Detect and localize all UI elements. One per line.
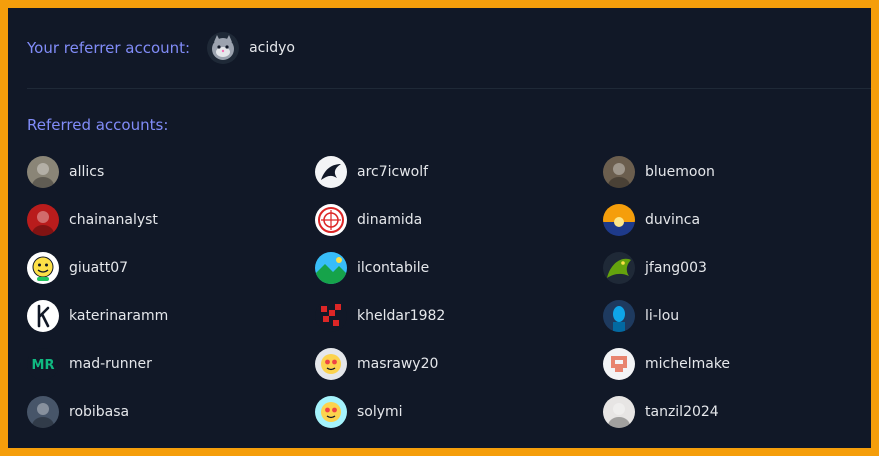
referrer-row: Your referrer account: acidyo [27,32,295,64]
referred-account-item[interactable]: jfang003 [603,252,857,284]
referred-username[interactable]: allics [69,164,104,180]
landscape-avatar-icon[interactable] [315,252,347,284]
photo-avatar-icon[interactable] [27,204,59,236]
referred-account-item[interactable]: kheldar1982 [315,300,603,332]
referred-account-item[interactable]: solymi [315,396,603,428]
referred-username[interactable]: kheldar1982 [357,308,445,324]
photo-avatar-icon[interactable] [603,396,635,428]
section-divider [27,88,871,89]
referral-panel: Your referrer account: acidyo Referred a… [8,8,871,448]
letter-k-avatar-icon[interactable] [27,300,59,332]
sunset-avatar-icon[interactable] [603,204,635,236]
referred-account-item[interactable]: chainanalyst [27,204,315,236]
referred-account-item[interactable]: bluemoon [603,156,857,188]
referred-account-item[interactable]: li-lou [603,300,857,332]
pixel-avatar-icon[interactable] [603,348,635,380]
photo-avatar-icon[interactable] [603,156,635,188]
referred-account-item[interactable]: arc7icwolf [315,156,603,188]
referrer-label: Your referrer account: [27,39,191,57]
referred-username[interactable]: mad-runner [69,356,152,372]
referred-username[interactable]: michelmake [645,356,730,372]
referred-account-item[interactable]: masrawy20 [315,348,603,380]
wolf-avatar-icon[interactable] [315,156,347,188]
graffiti-avatar-icon[interactable]: MR [27,348,59,380]
referred-account-item[interactable]: duvinca [603,204,857,236]
referred-username[interactable]: duvinca [645,212,700,228]
referred-accounts-list: allics arc7icwolf bluemoon chainanalyst dina… [27,156,857,444]
cat-avatar-icon[interactable] [207,32,240,64]
cartoon-avatar-icon[interactable] [315,396,347,428]
referred-username[interactable]: dinamida [357,212,422,228]
referred-username[interactable]: giuatt07 [69,260,128,276]
referred-username[interactable]: jfang003 [645,260,707,276]
dragon-avatar-icon[interactable] [603,252,635,284]
referrer-account[interactable]: acidyo [207,32,295,64]
photo-avatar-icon[interactable] [27,396,59,428]
pattern-avatar-icon[interactable] [315,300,347,332]
referred-account-item[interactable]: robibasa [27,396,315,428]
referred-account-item[interactable]: MR mad-runner [27,348,315,380]
referred-username[interactable]: katerinaramm [69,308,168,324]
referred-account-item[interactable]: michelmake [603,348,857,380]
referred-username[interactable]: robibasa [69,404,129,420]
referred-username[interactable]: tanzil2024 [645,404,719,420]
referred-label: Referred accounts: [27,116,169,134]
portrait-avatar-icon[interactable] [603,300,635,332]
referred-account-item[interactable]: dinamida [315,204,603,236]
referred-account-item[interactable]: allics [27,156,315,188]
referred-account-item[interactable]: katerinaramm [27,300,315,332]
referred-username[interactable]: chainanalyst [69,212,158,228]
referred-username[interactable]: li-lou [645,308,679,324]
referred-username[interactable]: solymi [357,404,403,420]
photo-avatar-icon[interactable] [27,156,59,188]
referred-username[interactable]: masrawy20 [357,356,438,372]
svg-text:MR: MR [32,358,55,373]
referrer-username[interactable]: acidyo [249,40,295,56]
referred-username[interactable]: arc7icwolf [357,164,428,180]
emblem-avatar-icon[interactable] [315,204,347,236]
referred-username[interactable]: bluemoon [645,164,715,180]
referred-account-item[interactable]: tanzil2024 [603,396,857,428]
cartoon-avatar-icon[interactable] [315,348,347,380]
smiley-avatar-icon[interactable] [27,252,59,284]
referred-account-item[interactable]: giuatt07 [27,252,315,284]
referred-account-item[interactable]: ilcontabile [315,252,603,284]
referred-username[interactable]: ilcontabile [357,260,429,276]
